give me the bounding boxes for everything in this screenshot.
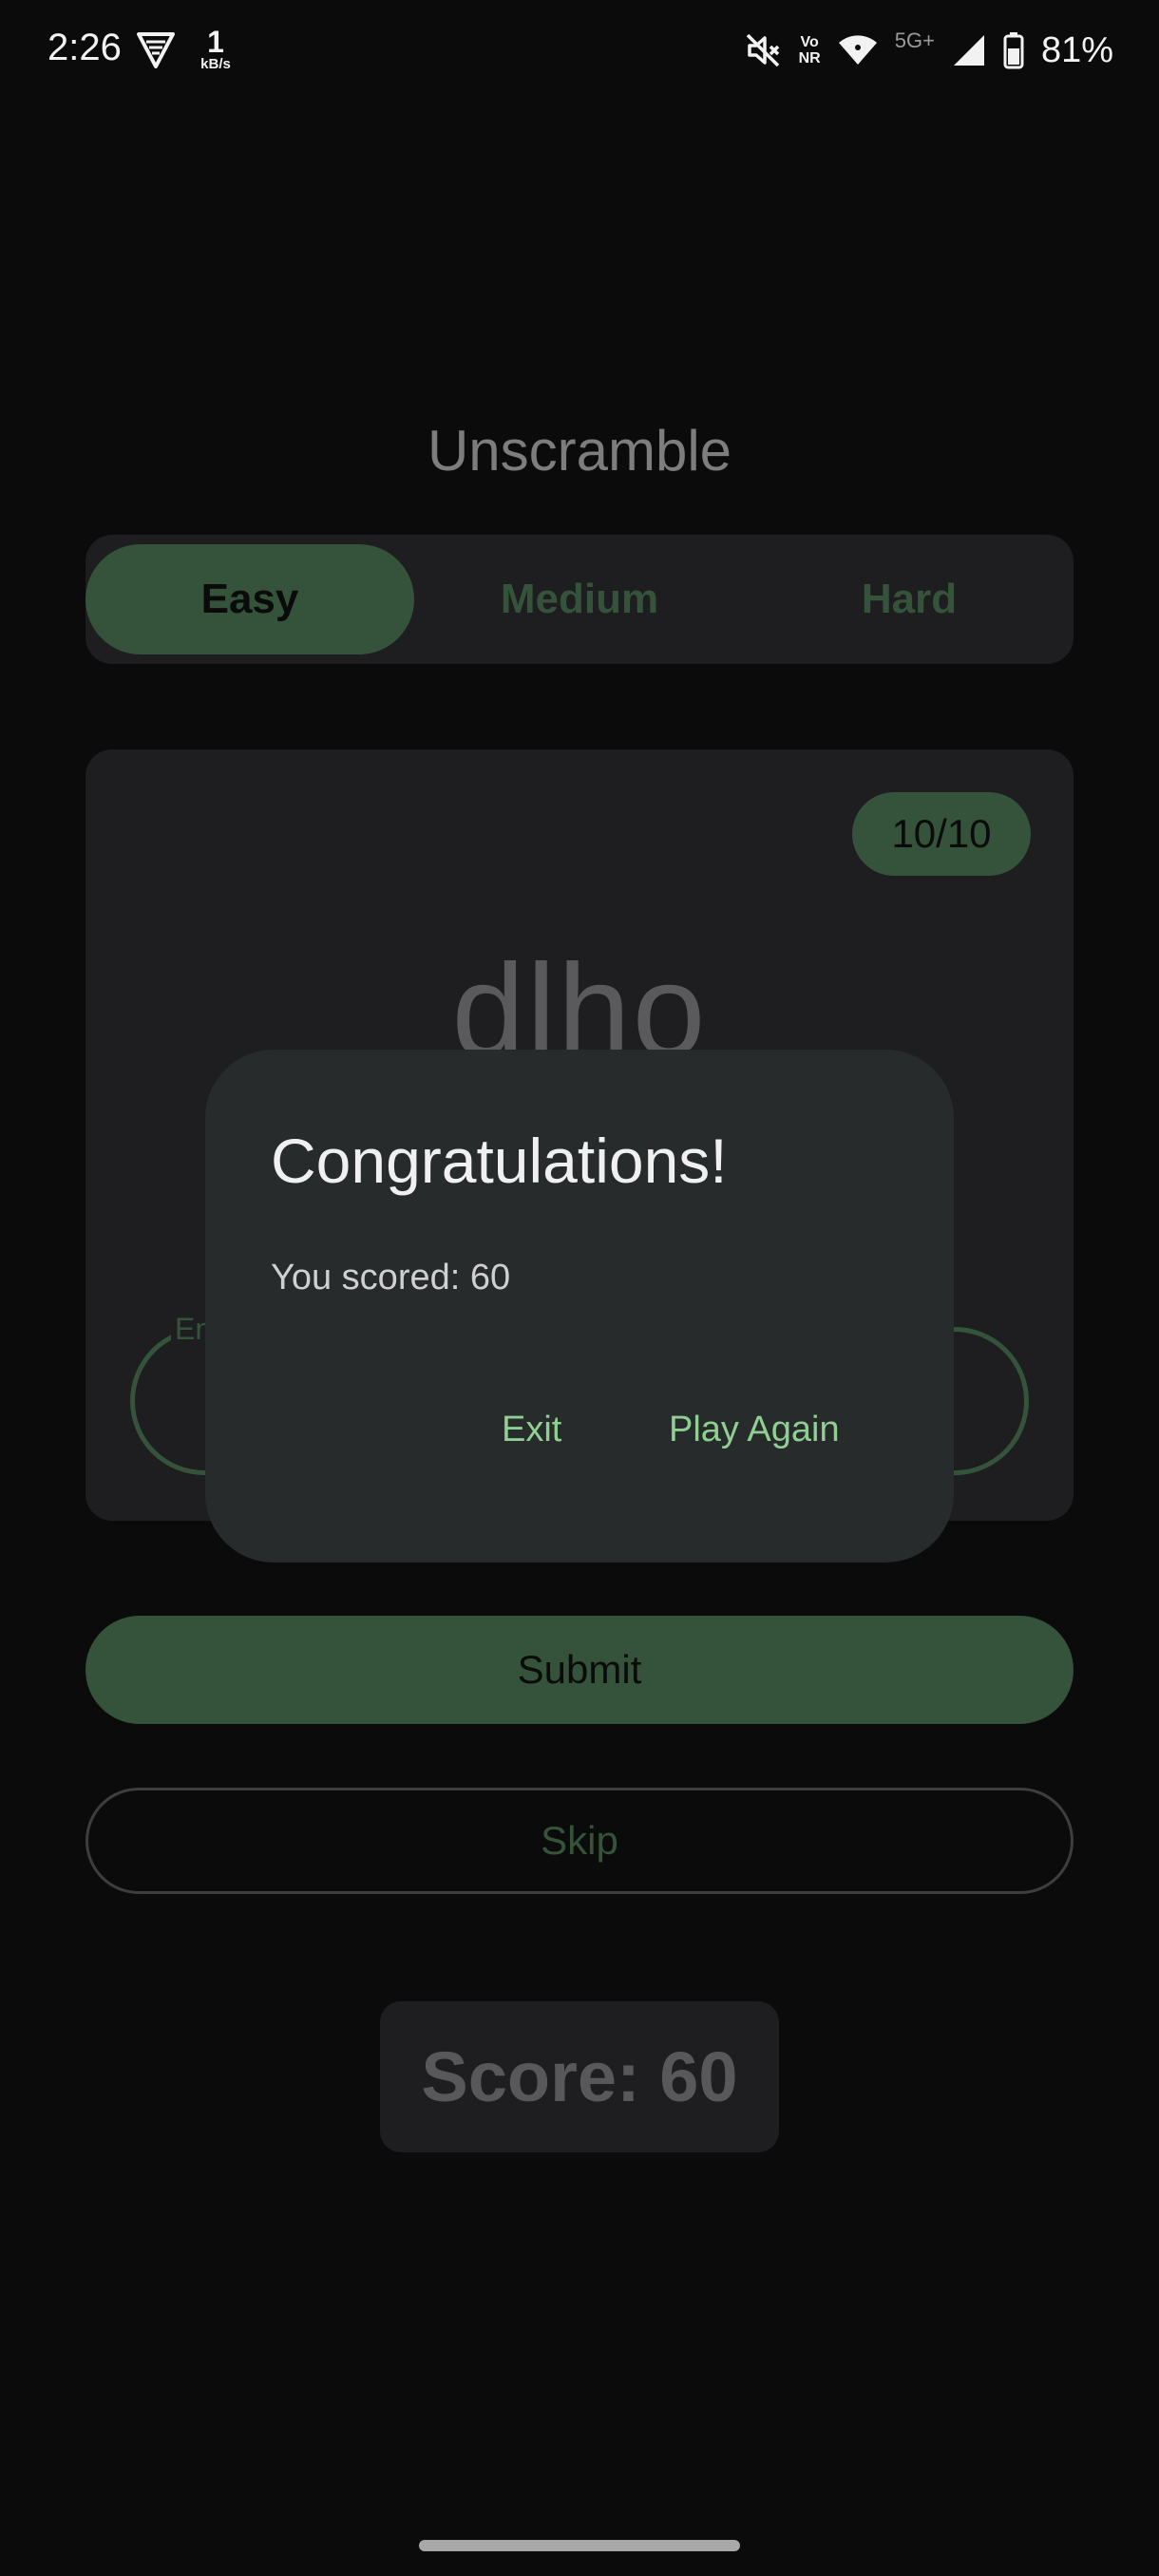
vpn-shield-icon — [136, 30, 176, 68]
volte-icon: Vo NR — [799, 34, 821, 66]
volte-top: Vo — [800, 34, 819, 50]
play-again-button[interactable]: Play Again — [669, 1410, 840, 1450]
submit-button[interactable]: Submit — [86, 1616, 1074, 1724]
dialog-title: Congratulations! — [271, 1126, 728, 1196]
word-counter-badge: 10/10 — [852, 792, 1031, 876]
battery-percent: 81% — [1040, 29, 1113, 70]
signal-icon — [952, 33, 986, 67]
difficulty-easy-button[interactable]: Easy — [86, 544, 414, 654]
network-speed: 1 kB/s — [192, 27, 239, 72]
speed-value: 1 — [207, 25, 224, 59]
status-icons: Vo NR 5G+ 81% — [744, 27, 1113, 74]
network-type: 5G+ — [894, 28, 935, 52]
home-indicator[interactable] — [419, 2540, 740, 2551]
exit-button[interactable]: Exit — [502, 1410, 561, 1450]
app-title: Unscramble — [427, 419, 732, 483]
battery-icon — [1003, 31, 1024, 69]
difficulty-medium-button[interactable]: Medium — [415, 544, 744, 654]
difficulty-selector: Easy Medium Hard — [86, 535, 1074, 664]
skip-button[interactable]: Skip — [86, 1788, 1074, 1894]
difficulty-hard-button[interactable]: Hard — [745, 544, 1074, 654]
status-time: 2:26 — [48, 27, 122, 68]
score-display: Score: 60 — [380, 2001, 779, 2152]
dialog-message: You scored: 60 — [271, 1258, 511, 1297]
volte-bottom: NR — [798, 50, 821, 66]
speed-unit: kB/s — [200, 56, 231, 72]
wifi-icon — [838, 34, 878, 66]
mute-icon — [744, 31, 782, 69]
